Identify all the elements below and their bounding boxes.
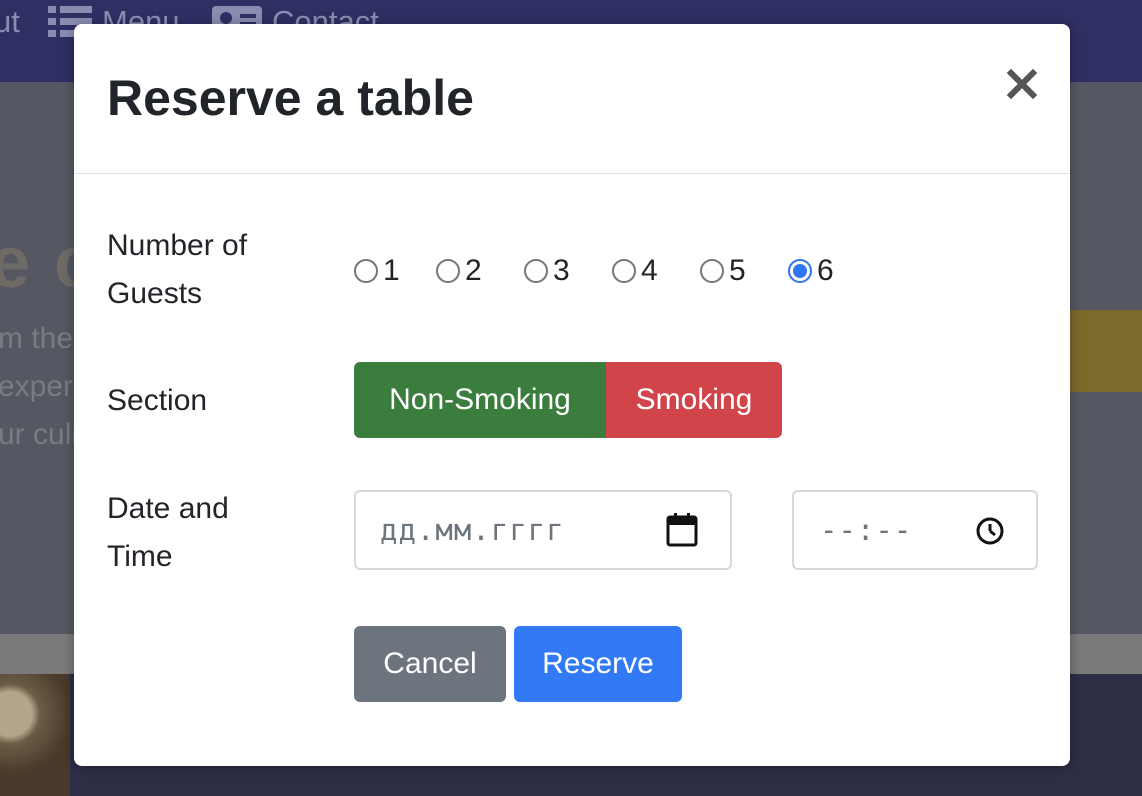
datetime-label: Date and Time bbox=[107, 485, 229, 581]
guests-radio-5-label: 5 bbox=[729, 254, 746, 287]
datetime-label-line-2: Time bbox=[107, 540, 173, 573]
time-input-placeholder: --:-- bbox=[820, 513, 913, 547]
clock-icon[interactable] bbox=[974, 512, 1006, 548]
date-input-placeholder: дд.мм.гггг bbox=[380, 513, 565, 547]
radio-dot bbox=[793, 264, 807, 278]
cancel-button[interactable]: Cancel bbox=[354, 626, 506, 702]
guests-radio-2-label: 2 bbox=[465, 254, 482, 287]
reserve-button[interactable]: Reserve bbox=[514, 626, 682, 702]
calendar-icon[interactable] bbox=[666, 512, 698, 548]
guests-radio-6-label: 6 bbox=[817, 254, 834, 287]
background-food-image bbox=[0, 674, 70, 796]
background-hero-line-1: m the bbox=[0, 322, 74, 355]
modal-header: Reserve a table bbox=[74, 24, 1070, 174]
modal-title: Reserve a table bbox=[107, 70, 474, 126]
guests-radio-3-label: 3 bbox=[553, 254, 570, 287]
radio-button-icon[interactable] bbox=[524, 259, 548, 283]
radio-button-icon[interactable] bbox=[612, 259, 636, 283]
nav-item-about-label: ut bbox=[0, 4, 20, 39]
datetime-label-line-1: Date and bbox=[107, 492, 229, 525]
close-button[interactable] bbox=[1004, 64, 1040, 104]
background-accent-block bbox=[1070, 310, 1142, 392]
date-input[interactable]: дд.мм.гггг bbox=[354, 490, 732, 570]
guests-radio-1-label: 1 bbox=[383, 254, 400, 287]
guests-radio-5[interactable]: 5 bbox=[700, 255, 746, 287]
guests-label-line-1: Number of bbox=[107, 229, 248, 262]
guests-radio-6[interactable]: 6 bbox=[788, 255, 834, 287]
guests-label: Number of Guests bbox=[107, 222, 247, 318]
background-hero-line-3: ur culi bbox=[0, 418, 79, 451]
time-input[interactable]: --:-- bbox=[792, 490, 1038, 570]
guests-label-line-2: Guests bbox=[107, 277, 203, 310]
guests-radio-4[interactable]: 4 bbox=[612, 255, 658, 287]
close-icon bbox=[1006, 68, 1038, 100]
smoking-button[interactable]: Smoking bbox=[606, 362, 782, 438]
non-smoking-button[interactable]: Non-Smoking bbox=[354, 362, 606, 438]
section-label: Section bbox=[107, 384, 208, 417]
guests-radio-2[interactable]: 2 bbox=[436, 255, 482, 287]
background-hero-line-2: exper bbox=[0, 370, 74, 403]
radio-button-icon[interactable] bbox=[436, 259, 460, 283]
guests-radio-4-label: 4 bbox=[641, 254, 658, 287]
reserve-table-modal: Reserve a table Number of Guests 1 2 3 4… bbox=[74, 24, 1070, 766]
radio-button-icon[interactable] bbox=[354, 259, 378, 283]
radio-button-icon[interactable] bbox=[700, 259, 724, 283]
guests-radio-3[interactable]: 3 bbox=[524, 255, 570, 287]
radio-button-selected-icon[interactable] bbox=[788, 259, 812, 283]
nav-item-about: ut bbox=[0, 4, 20, 40]
guests-radio-1[interactable]: 1 bbox=[354, 255, 400, 287]
